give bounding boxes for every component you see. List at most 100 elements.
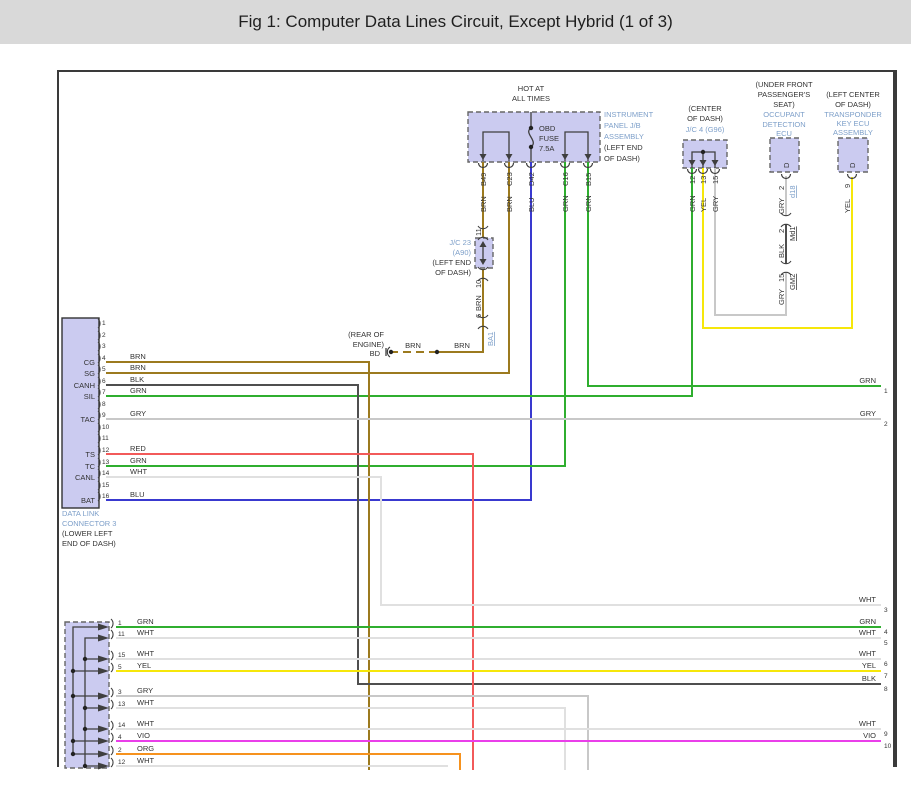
diagram-label-grn: GRN	[561, 195, 570, 212]
diagram-label-grn: GRN	[584, 195, 593, 212]
diagram-label-end-of-dash-: END OF DASH)	[62, 539, 116, 548]
diagram-label-grn: GRN	[137, 617, 154, 626]
diagram-label-d: D	[782, 162, 791, 168]
junction-dot-2	[701, 150, 705, 154]
diagram-label-cg: CG	[84, 358, 95, 367]
diagram-label--rear-of: (REAR OF	[348, 330, 384, 339]
diagram-label-gry: GRY	[130, 409, 146, 418]
diagram-label-brn: BRN	[405, 341, 421, 350]
diagram-label-brn: BRN	[130, 352, 146, 361]
diagram-label-15: 15	[777, 274, 786, 282]
diagram-label-15: 15	[102, 482, 110, 489]
diagram-label-sil: SIL	[84, 392, 95, 401]
wire-canh-blk-to-row8	[106, 385, 881, 684]
diagram-label-1: 1	[118, 620, 122, 627]
diagram-label-assembly: ASSEMBLY	[604, 132, 644, 141]
diagram-label-j-c-4-g96-: J/C 4 (G96)	[686, 125, 725, 134]
diagram-label--left-center: (LEFT CENTER	[826, 90, 880, 99]
diagram-border-right	[893, 70, 897, 767]
wire-tc-grn-to-c16	[106, 162, 565, 466]
diagram-label-wht: WHT	[137, 698, 154, 707]
diagram-label-wht: WHT	[137, 756, 154, 765]
diagram-label-15: 15	[118, 652, 126, 659]
diagram-label-10: 10	[102, 424, 110, 431]
diagram-label-3: 3	[118, 689, 122, 696]
diagram-label--a90-: (A90)	[453, 248, 472, 257]
wire-b15-grn-to-row1	[588, 162, 881, 386]
diagram-label-brn: BRN	[479, 196, 488, 212]
diagram-label-red: RED	[130, 444, 146, 453]
diagram-label-d: D	[848, 162, 857, 168]
diagram-label-ts: TS	[85, 450, 95, 459]
junction-dot-10	[83, 706, 87, 710]
diagram-label-blu: BLU	[527, 197, 536, 212]
diagram-label-vio: VIO	[137, 731, 150, 740]
diagram-label-13: 13	[118, 701, 126, 708]
diagram-label-1: 1	[884, 388, 888, 395]
diagram-label-c16: C16	[561, 172, 570, 186]
diagram-label-yel: YEL	[843, 199, 852, 213]
diagram-label-sg: SG	[84, 369, 95, 378]
diagram-label-wht: WHT	[859, 719, 876, 728]
diagram-label-5: 5	[102, 366, 106, 373]
diagram-label-connector-3: CONNECTOR 3	[62, 519, 116, 528]
diagram-label-16: 16	[102, 493, 110, 500]
diagram-label-detection: DETECTION	[762, 120, 805, 129]
instrument-panel-jb-box	[468, 112, 600, 162]
diagram-label-gm2: GM2	[788, 274, 797, 290]
diagram-label-brn: BRN	[454, 341, 470, 350]
wire-ts-red-down	[106, 454, 473, 770]
diagram-label-tc: TC	[85, 462, 96, 471]
junction-dot-5	[71, 669, 75, 673]
diagram-label-brn: BRN	[474, 295, 483, 311]
diagram-label-wht: WHT	[859, 649, 876, 658]
diagram-label-13: 13	[102, 459, 110, 466]
diagram-label-bat: BAT	[81, 496, 95, 505]
diagram-label-instrument: INSTRUMENT	[604, 110, 654, 119]
pin-bracket-23	[111, 733, 113, 742]
junction-dot-3	[435, 350, 439, 354]
jc23-box	[475, 238, 493, 268]
diagram-label-wht: WHT	[137, 649, 154, 658]
diagram-label-hot-at: HOT AT	[518, 84, 545, 93]
diagram-label-4: 4	[102, 355, 106, 362]
wire-canl-wht-to-row3	[106, 477, 881, 605]
diagram-label-11: 11	[102, 435, 109, 442]
diagram-label-grn: GRN	[859, 617, 876, 626]
diagram-label-2: 2	[777, 229, 786, 233]
diagram-label-yel: YEL	[862, 661, 876, 670]
diagram-label-tac: TAC	[81, 415, 96, 424]
pin-bracket-17	[111, 630, 113, 639]
diagram-label-2: 2	[884, 421, 888, 428]
pin-bracket-16	[111, 619, 113, 628]
diagram-label-ecu: ECU	[776, 129, 792, 138]
diagram-label-blu: BLU	[130, 490, 145, 499]
diagram-label-md1: Md1	[788, 226, 797, 241]
diagram-label-assembly: ASSEMBLY	[833, 128, 873, 137]
diagram-label-grn: GRN	[130, 456, 147, 465]
title-bar: Fig 1: Computer Data Lines Circuit, Exce…	[0, 0, 911, 44]
diagram-label-grn: GRN	[859, 376, 876, 385]
diagram-label-ba1: BA1	[486, 332, 495, 346]
diagram-label-key-ecu: KEY ECU	[837, 119, 870, 128]
diagram-label-canl: CANL	[75, 473, 95, 482]
diagram-label-7-5a: 7.5A	[539, 144, 554, 153]
diagram-label-gry: GRY	[711, 196, 720, 212]
diagram-label-6: 6	[474, 314, 483, 318]
diagram-label-8: 8	[884, 686, 888, 693]
diagram-label-obd: OBD	[539, 124, 556, 133]
diagram-label-c23: C23	[505, 172, 514, 186]
diagram-label-4: 4	[118, 734, 122, 741]
junction-dot-7	[71, 739, 75, 743]
diagram-label-7: 7	[884, 673, 888, 680]
diagram-label-6: 6	[102, 378, 106, 385]
diagram-label-2: 2	[777, 186, 786, 190]
pin-bracket-18	[111, 651, 113, 660]
diagram-label-14: 14	[102, 470, 110, 477]
diagram-border-top	[57, 70, 897, 72]
diagram-label-gry: GRY	[860, 409, 876, 418]
junction-dot-6	[71, 694, 75, 698]
wire-jc4-gry-to-gm2	[715, 168, 786, 315]
wire-bottom-p2-org-down	[116, 754, 460, 770]
pin-bracket-19	[111, 663, 113, 672]
